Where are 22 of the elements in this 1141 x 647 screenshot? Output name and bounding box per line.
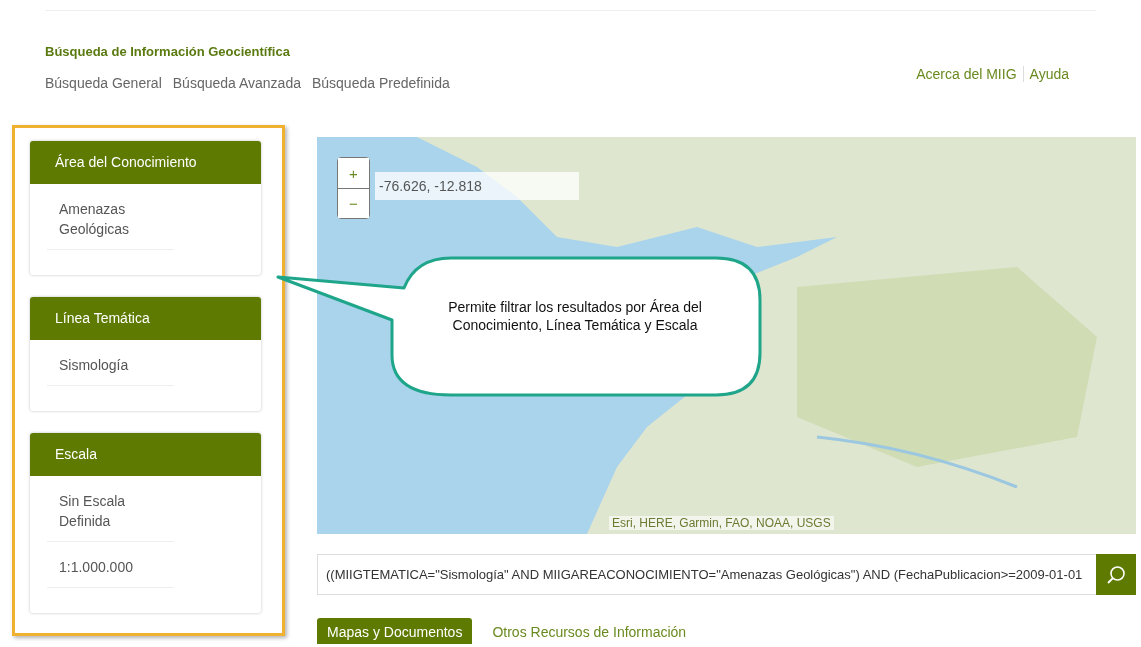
header-link[interactable]: Ayuda [1022,66,1075,82]
page-title: Búsqueda de Información Geocientífica [45,44,291,59]
query-input-field[interactable]: ((MIIGTEMATICA="Sismología" AND MIIGAREACONOCIMIENTO="Amenazas Geológicas") AND (FechaPublicacion>=2009-01-01 [317,554,1096,595]
filter-panel-header: Línea Temática [30,297,261,340]
result-tab[interactable]: Mapas y Documentos [317,618,473,644]
filter-panel-header: Área del Conocimiento [30,141,261,184]
callout-text: Permite filtrar los resultados por Área del Conocimiento, Línea Temática y Escala [447,298,703,334]
nav-link[interactable]: Búsqueda General [45,75,162,91]
filter-item[interactable]: Amenazas Geológicas [47,184,174,250]
filter-item[interactable]: 1:1.000.000 [47,542,174,588]
header-link[interactable]: Acerca del MIIG [910,66,1023,82]
search-icon [1106,564,1126,585]
map-attribution: Esri, HERE, Garmin, FAO, NOAA, USGS [609,516,834,530]
nav-link[interactable]: Búsqueda Avanzada [172,75,301,91]
search-button[interactable] [1096,554,1136,595]
zoom-out-button[interactable]: − [338,188,369,218]
result-tab[interactable]: Otros Recursos de Información [482,618,697,644]
filter-item[interactable]: Sismología [47,340,174,386]
filter-item[interactable]: Sin Escala Definida [47,476,174,542]
nav-link[interactable]: Búsqueda Predefinida [311,75,450,91]
filter-panel-header: Escala [30,433,261,476]
coordinates-readout: -76.626, -12.818 [375,172,579,200]
